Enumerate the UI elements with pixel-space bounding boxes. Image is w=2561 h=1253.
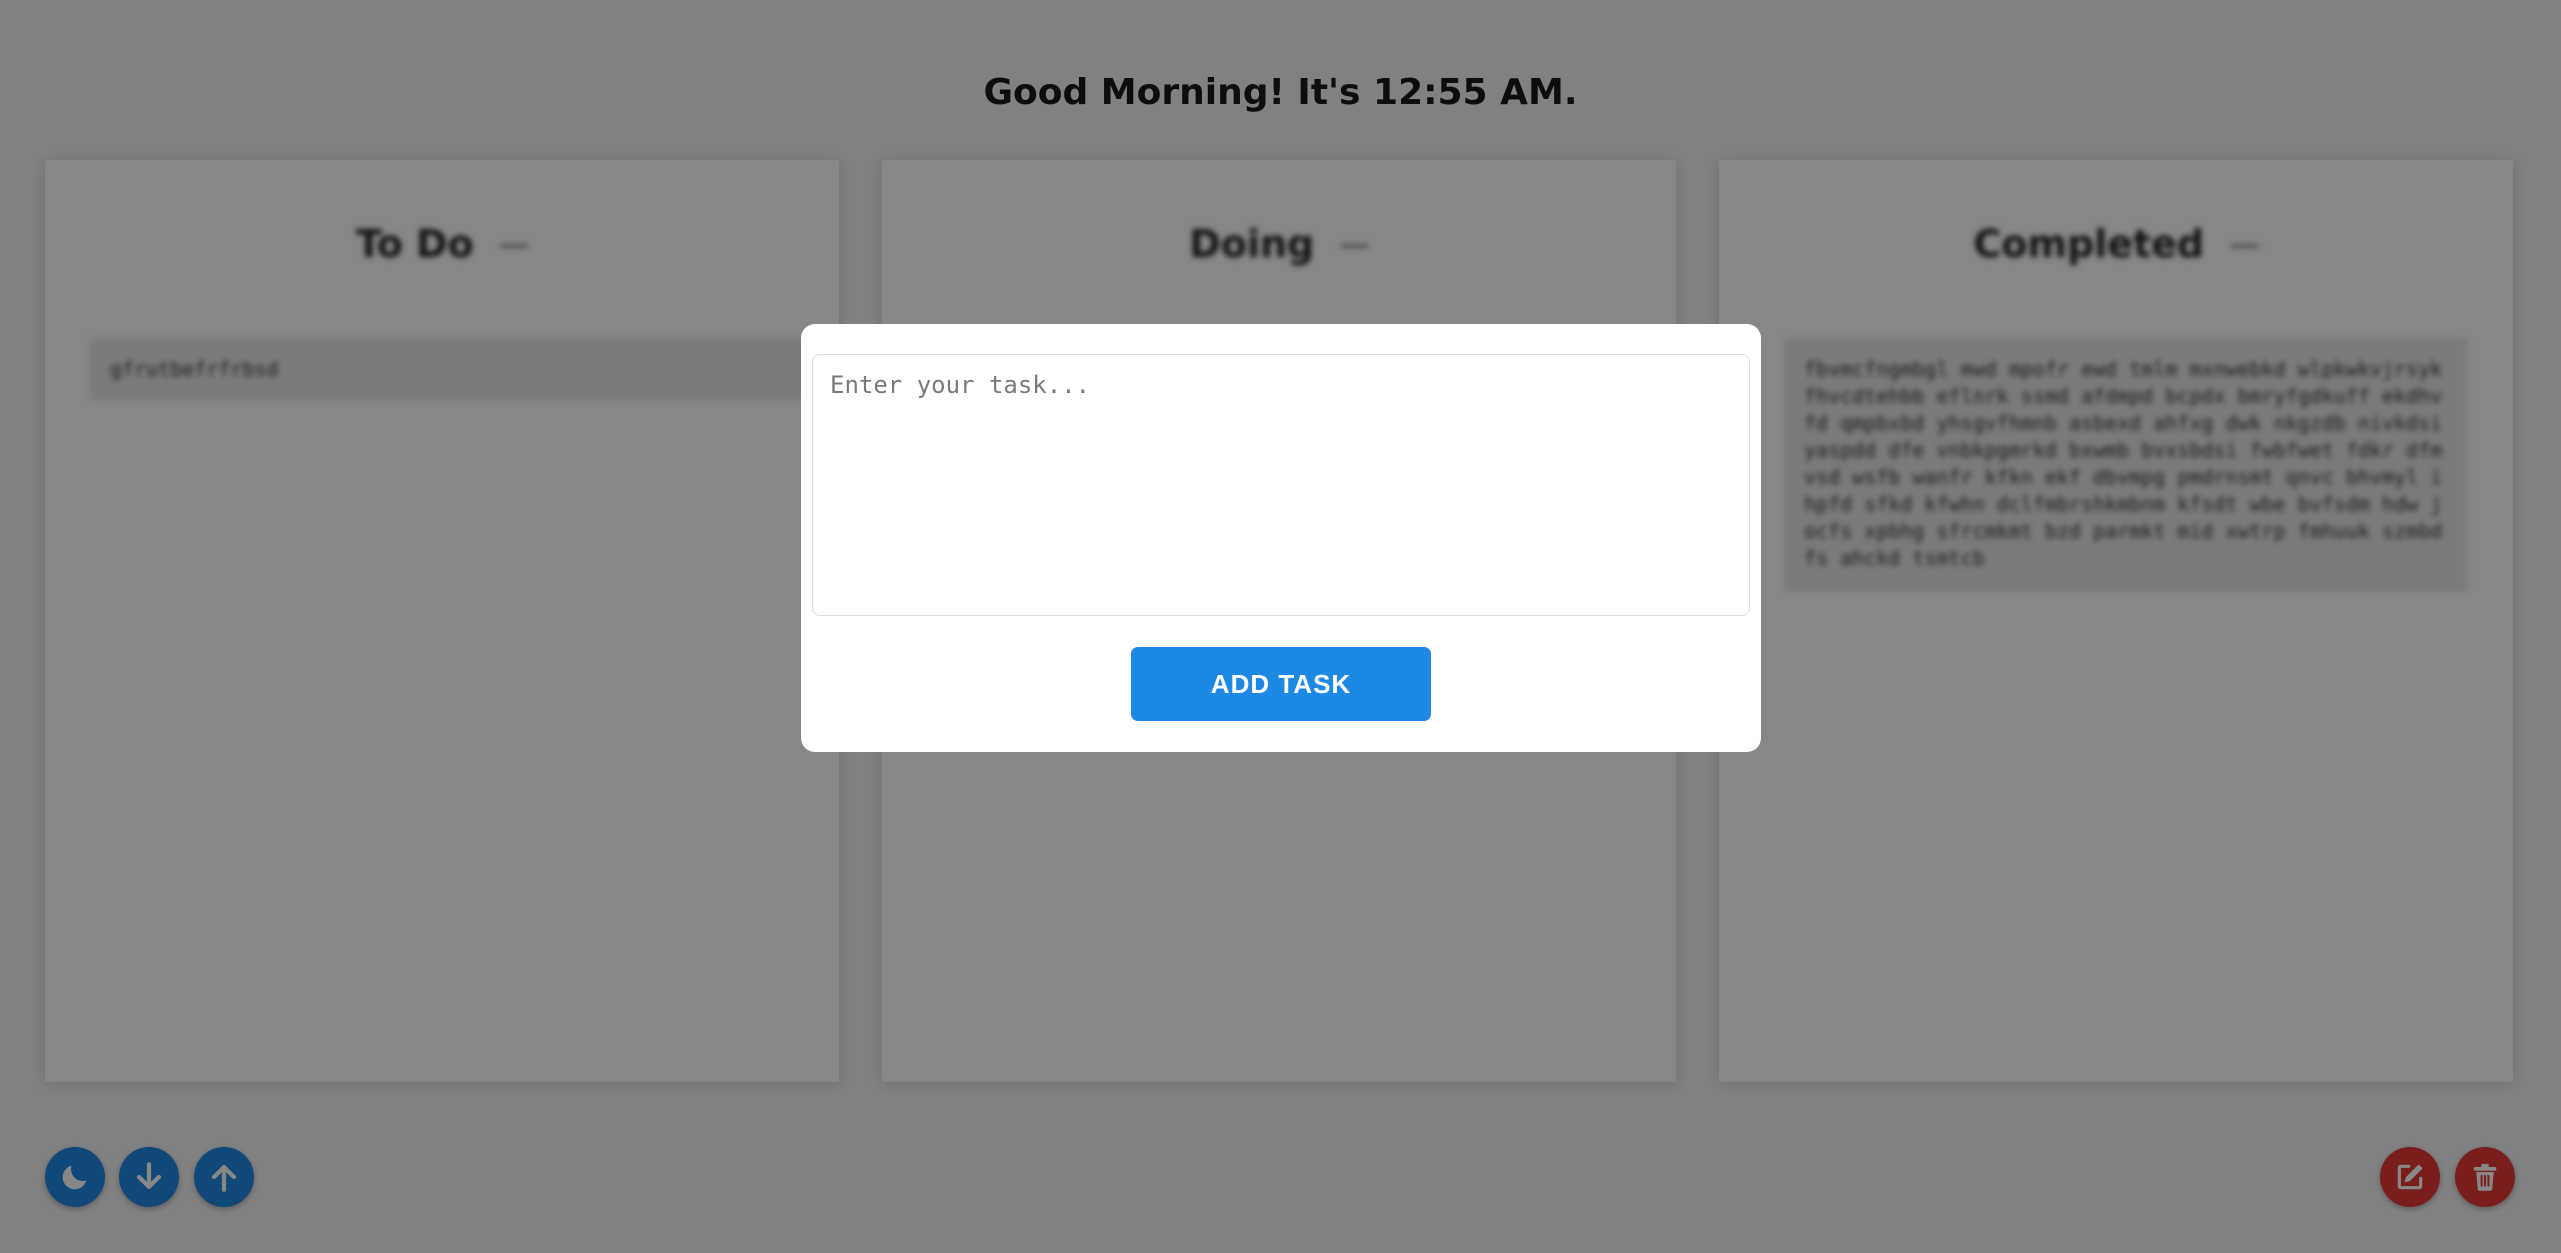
task-input[interactable] [812,354,1750,616]
add-task-button[interactable]: ADD TASK [1131,647,1431,721]
add-task-modal: ADD TASK [801,324,1761,752]
app-page: Good Morning! It's 12:55 AM. To Do — gfr… [0,0,2561,1253]
